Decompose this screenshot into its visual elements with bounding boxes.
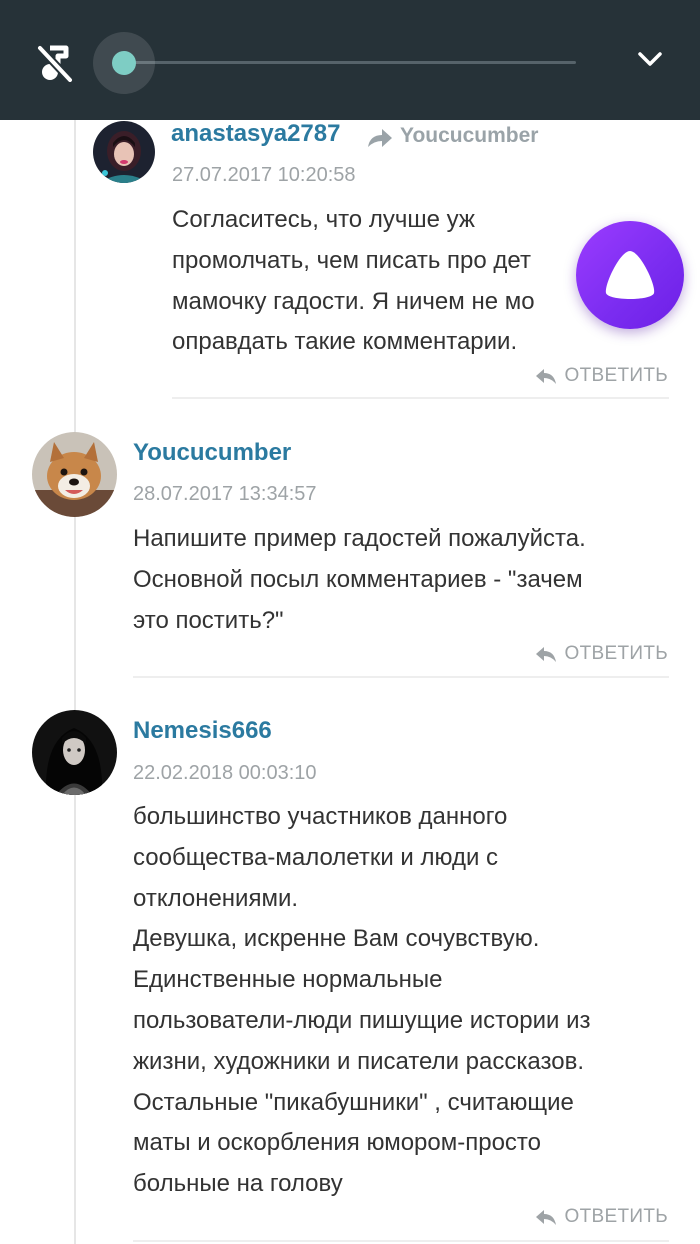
comment-divider <box>172 397 669 399</box>
thread-line <box>74 120 76 1244</box>
reply-to-username[interactable]: Youcucumber <box>400 124 538 148</box>
comment-divider <box>133 676 669 678</box>
music-off-icon[interactable] <box>36 42 74 82</box>
reply-icon <box>535 647 556 662</box>
comment-username[interactable]: anastasya2787 <box>171 120 340 148</box>
comment-username[interactable]: Nemesis666 <box>133 717 272 745</box>
avatar[interactable] <box>93 121 155 183</box>
reply-button-label: ОТВЕТИТЬ <box>564 643 668 664</box>
reply-button-label: ОТВЕТИТЬ <box>564 1206 668 1227</box>
chevron-down-icon[interactable] <box>636 48 664 72</box>
progress-thumb[interactable] <box>112 51 136 75</box>
comment-divider <box>133 1240 669 1242</box>
comment-text: большинство участников данного сообществ… <box>133 803 591 1198</box>
reply-button[interactable]: ОТВЕТИТЬ <box>535 365 668 387</box>
avatar[interactable] <box>32 432 117 517</box>
reply-icon <box>535 1210 556 1225</box>
comment-timestamp: 22.02.2018 00:03:10 <box>133 762 317 784</box>
reply-button[interactable]: ОТВЕТИТЬ <box>535 1206 668 1228</box>
reply-to-arrow-icon <box>368 129 392 147</box>
comment-username[interactable]: Youcucumber <box>133 439 291 467</box>
voice-assistant-button[interactable] <box>576 221 684 329</box>
comment-text: Согласитесь, что лучше уж промолчать, че… <box>172 206 535 356</box>
comment-text: Напишите пример гадостей пожалуйста. Осн… <box>133 525 586 634</box>
comment-timestamp: 27.07.2017 10:20:58 <box>172 164 356 186</box>
reply-button[interactable]: ОТВЕТИТЬ <box>535 643 668 665</box>
progress-track[interactable] <box>124 61 576 64</box>
assistant-icon <box>605 251 655 299</box>
audio-player-bar <box>0 0 700 120</box>
avatar[interactable] <box>32 710 117 795</box>
reply-button-label: ОТВЕТИТЬ <box>564 365 668 386</box>
reply-icon <box>535 369 556 384</box>
comment-timestamp: 28.07.2017 13:34:57 <box>133 483 317 505</box>
